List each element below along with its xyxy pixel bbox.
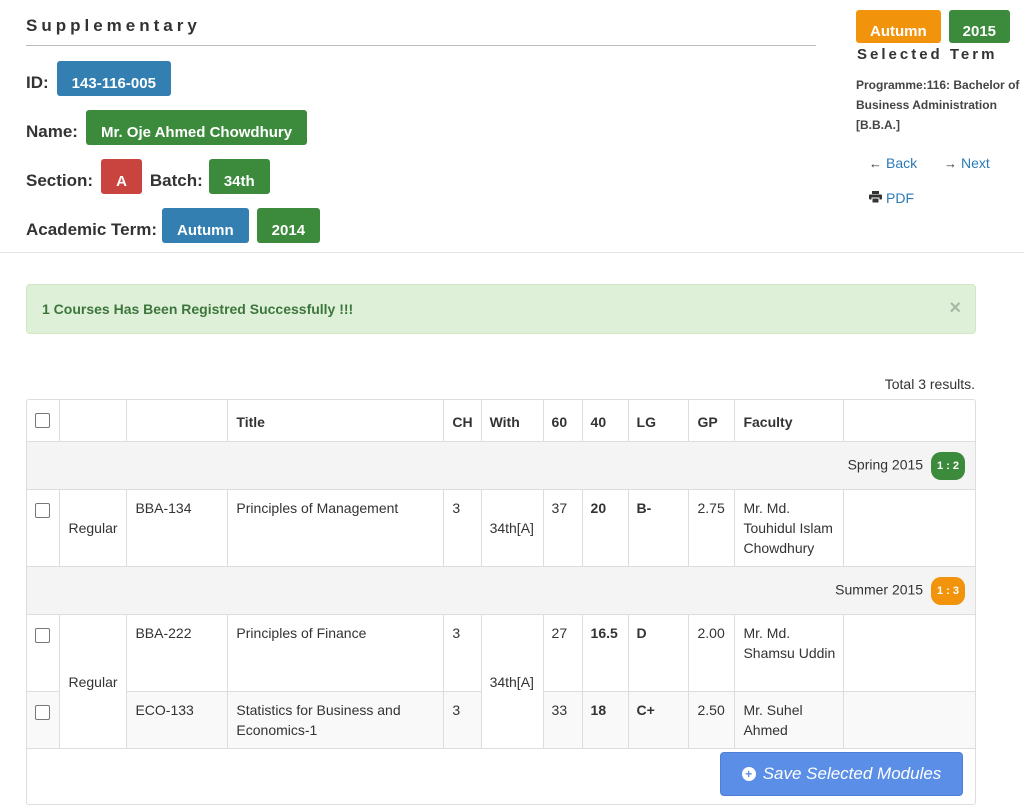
letter-grade: C+ xyxy=(628,691,690,749)
course-with: 34th[A] xyxy=(481,614,544,749)
course-type: Regular xyxy=(59,489,128,567)
term-group-cell: Spring 2015 1 : 2 xyxy=(27,441,975,490)
pdf-label: PDF xyxy=(886,190,914,206)
selected-term-badges: Autumn 2015 xyxy=(856,10,1018,43)
back-link[interactable]: ← Back xyxy=(869,155,917,171)
select-all-cell xyxy=(27,400,61,442)
academic-term-label: Academic Term: xyxy=(26,220,158,239)
save-selected-modules-button[interactable]: + Save Selected Modules xyxy=(720,752,963,796)
faculty-name: Mr. Md. Shamsu Uddin xyxy=(734,614,845,692)
academic-term-season-badge: Autumn xyxy=(162,208,249,243)
mark-60: 37 xyxy=(543,489,583,567)
arrow-right-icon: → xyxy=(944,155,957,171)
term-group-label: Summer 2015 xyxy=(835,581,924,598)
section-batch-row: Section: A Batch: 34th xyxy=(26,159,270,194)
grade-point: 2.50 xyxy=(688,691,736,749)
course-ch: 3 xyxy=(443,691,482,749)
success-alert: 1 Courses Has Been Registred Successfull… xyxy=(26,284,976,334)
arrow-left-icon: ← xyxy=(869,155,882,171)
academic-term-row: Academic Term: Autumn 2014 xyxy=(26,208,321,243)
column-header-ch: CH xyxy=(443,400,482,442)
course-ch: 3 xyxy=(443,614,482,692)
column-header-60: 60 xyxy=(543,400,583,442)
column-header-title: Title xyxy=(227,400,445,442)
programme-text: Programme:116: Bachelor of Business Admi… xyxy=(856,78,1020,132)
modules-panel: Title CH With 60 40 LG GP Faculty Spring… xyxy=(26,399,976,805)
term-group-badge: 1 : 2 xyxy=(930,451,965,480)
course-ch: 3 xyxy=(443,489,482,567)
letter-grade: D xyxy=(628,614,690,692)
course-type: Regular xyxy=(59,614,128,749)
selected-term-year-badge: 2015 xyxy=(948,10,1011,43)
save-button-label: Save Selected Modules xyxy=(762,764,942,783)
name-label: Name: xyxy=(26,122,78,141)
back-label: Back xyxy=(886,155,918,171)
column-header xyxy=(843,400,975,442)
alert-message: 1 Courses Has Been Registred Successfull… xyxy=(42,301,354,317)
column-header-faculty: Faculty xyxy=(734,400,845,442)
letter-grade: B- xyxy=(628,489,690,567)
section-label: Section: xyxy=(26,171,94,190)
course-title: Principles of Management xyxy=(227,489,445,567)
table-header-row: Title CH With 60 40 LG GP Faculty xyxy=(27,400,975,442)
column-header-40: 40 xyxy=(582,400,629,442)
course-code: BBA-134 xyxy=(126,489,229,567)
batch-badge: 34th xyxy=(208,159,270,194)
next-label: Next xyxy=(961,155,990,171)
row-checkbox[interactable] xyxy=(35,628,50,643)
column-header-with: With xyxy=(481,400,544,442)
table-row: Regular BBA-222 Principles of Finance 3 … xyxy=(27,614,975,749)
plus-circle-icon: + xyxy=(741,767,756,781)
faculty-name: Mr. Md. Touhidul Islam Chowdhury xyxy=(734,489,845,567)
id-row: ID: 143-116-005 xyxy=(26,61,171,96)
selected-term-season-badge: Autumn xyxy=(856,10,941,43)
course-title: Principles of Finance xyxy=(227,614,445,692)
grade-point: 2.75 xyxy=(688,489,736,567)
pdf-link[interactable]: PDF xyxy=(869,190,914,206)
selected-term-label: Selected Term xyxy=(857,46,998,63)
name-row: Name: Mr. Oje Ahmed Chowdhury xyxy=(26,110,308,145)
modules-table: Title CH With 60 40 LG GP Faculty Spring… xyxy=(27,400,975,749)
next-link[interactable]: → Next xyxy=(944,155,990,171)
term-group-badge: 1 : 3 xyxy=(930,576,965,605)
table-row: Regular BBA-134 Principles of Management… xyxy=(27,489,975,567)
id-badge: 143-116-005 xyxy=(56,61,171,96)
page-title: Supplementary xyxy=(26,16,201,35)
section-badge: A xyxy=(101,159,142,194)
mark-40: 18 xyxy=(582,691,629,749)
term-group-row: Summer 2015 1 : 3 xyxy=(27,566,975,615)
term-group-cell: Summer 2015 1 : 3 xyxy=(27,566,975,615)
row-checkbox[interactable] xyxy=(35,503,50,518)
total-results: Total 3 results. xyxy=(884,376,975,392)
column-header-lg: LG xyxy=(628,400,690,442)
close-icon[interactable]: × xyxy=(949,297,961,320)
mark-40: 16.5 xyxy=(582,614,629,692)
column-header xyxy=(126,400,229,442)
column-header xyxy=(59,400,128,442)
mark-60: 33 xyxy=(543,691,583,749)
column-header-gp: GP xyxy=(688,400,736,442)
course-code: BBA-222 xyxy=(126,614,229,692)
grade-point: 2.00 xyxy=(688,614,736,692)
id-label: ID: xyxy=(26,73,49,92)
term-group-label: Spring 2015 xyxy=(847,456,924,473)
term-group-row: Spring 2015 1 : 2 xyxy=(27,441,975,490)
course-code: ECO-133 xyxy=(126,691,229,749)
title-divider xyxy=(26,45,816,46)
mark-60: 27 xyxy=(543,614,583,692)
batch-label: Batch: xyxy=(149,171,203,190)
mark-40: 20 xyxy=(582,489,629,567)
course-with: 34th[A] xyxy=(481,489,544,567)
academic-term-year-badge: 2014 xyxy=(256,208,321,243)
faculty-name: Mr. Suhel Ahmed xyxy=(734,691,845,749)
select-all-checkbox[interactable] xyxy=(35,413,50,428)
print-icon xyxy=(869,190,882,206)
name-badge: Mr. Oje Ahmed Chowdhury xyxy=(85,110,308,145)
course-title: Statistics for Business and Economics-1 xyxy=(227,691,445,749)
header-divider xyxy=(0,252,1024,253)
row-checkbox[interactable] xyxy=(35,705,50,720)
